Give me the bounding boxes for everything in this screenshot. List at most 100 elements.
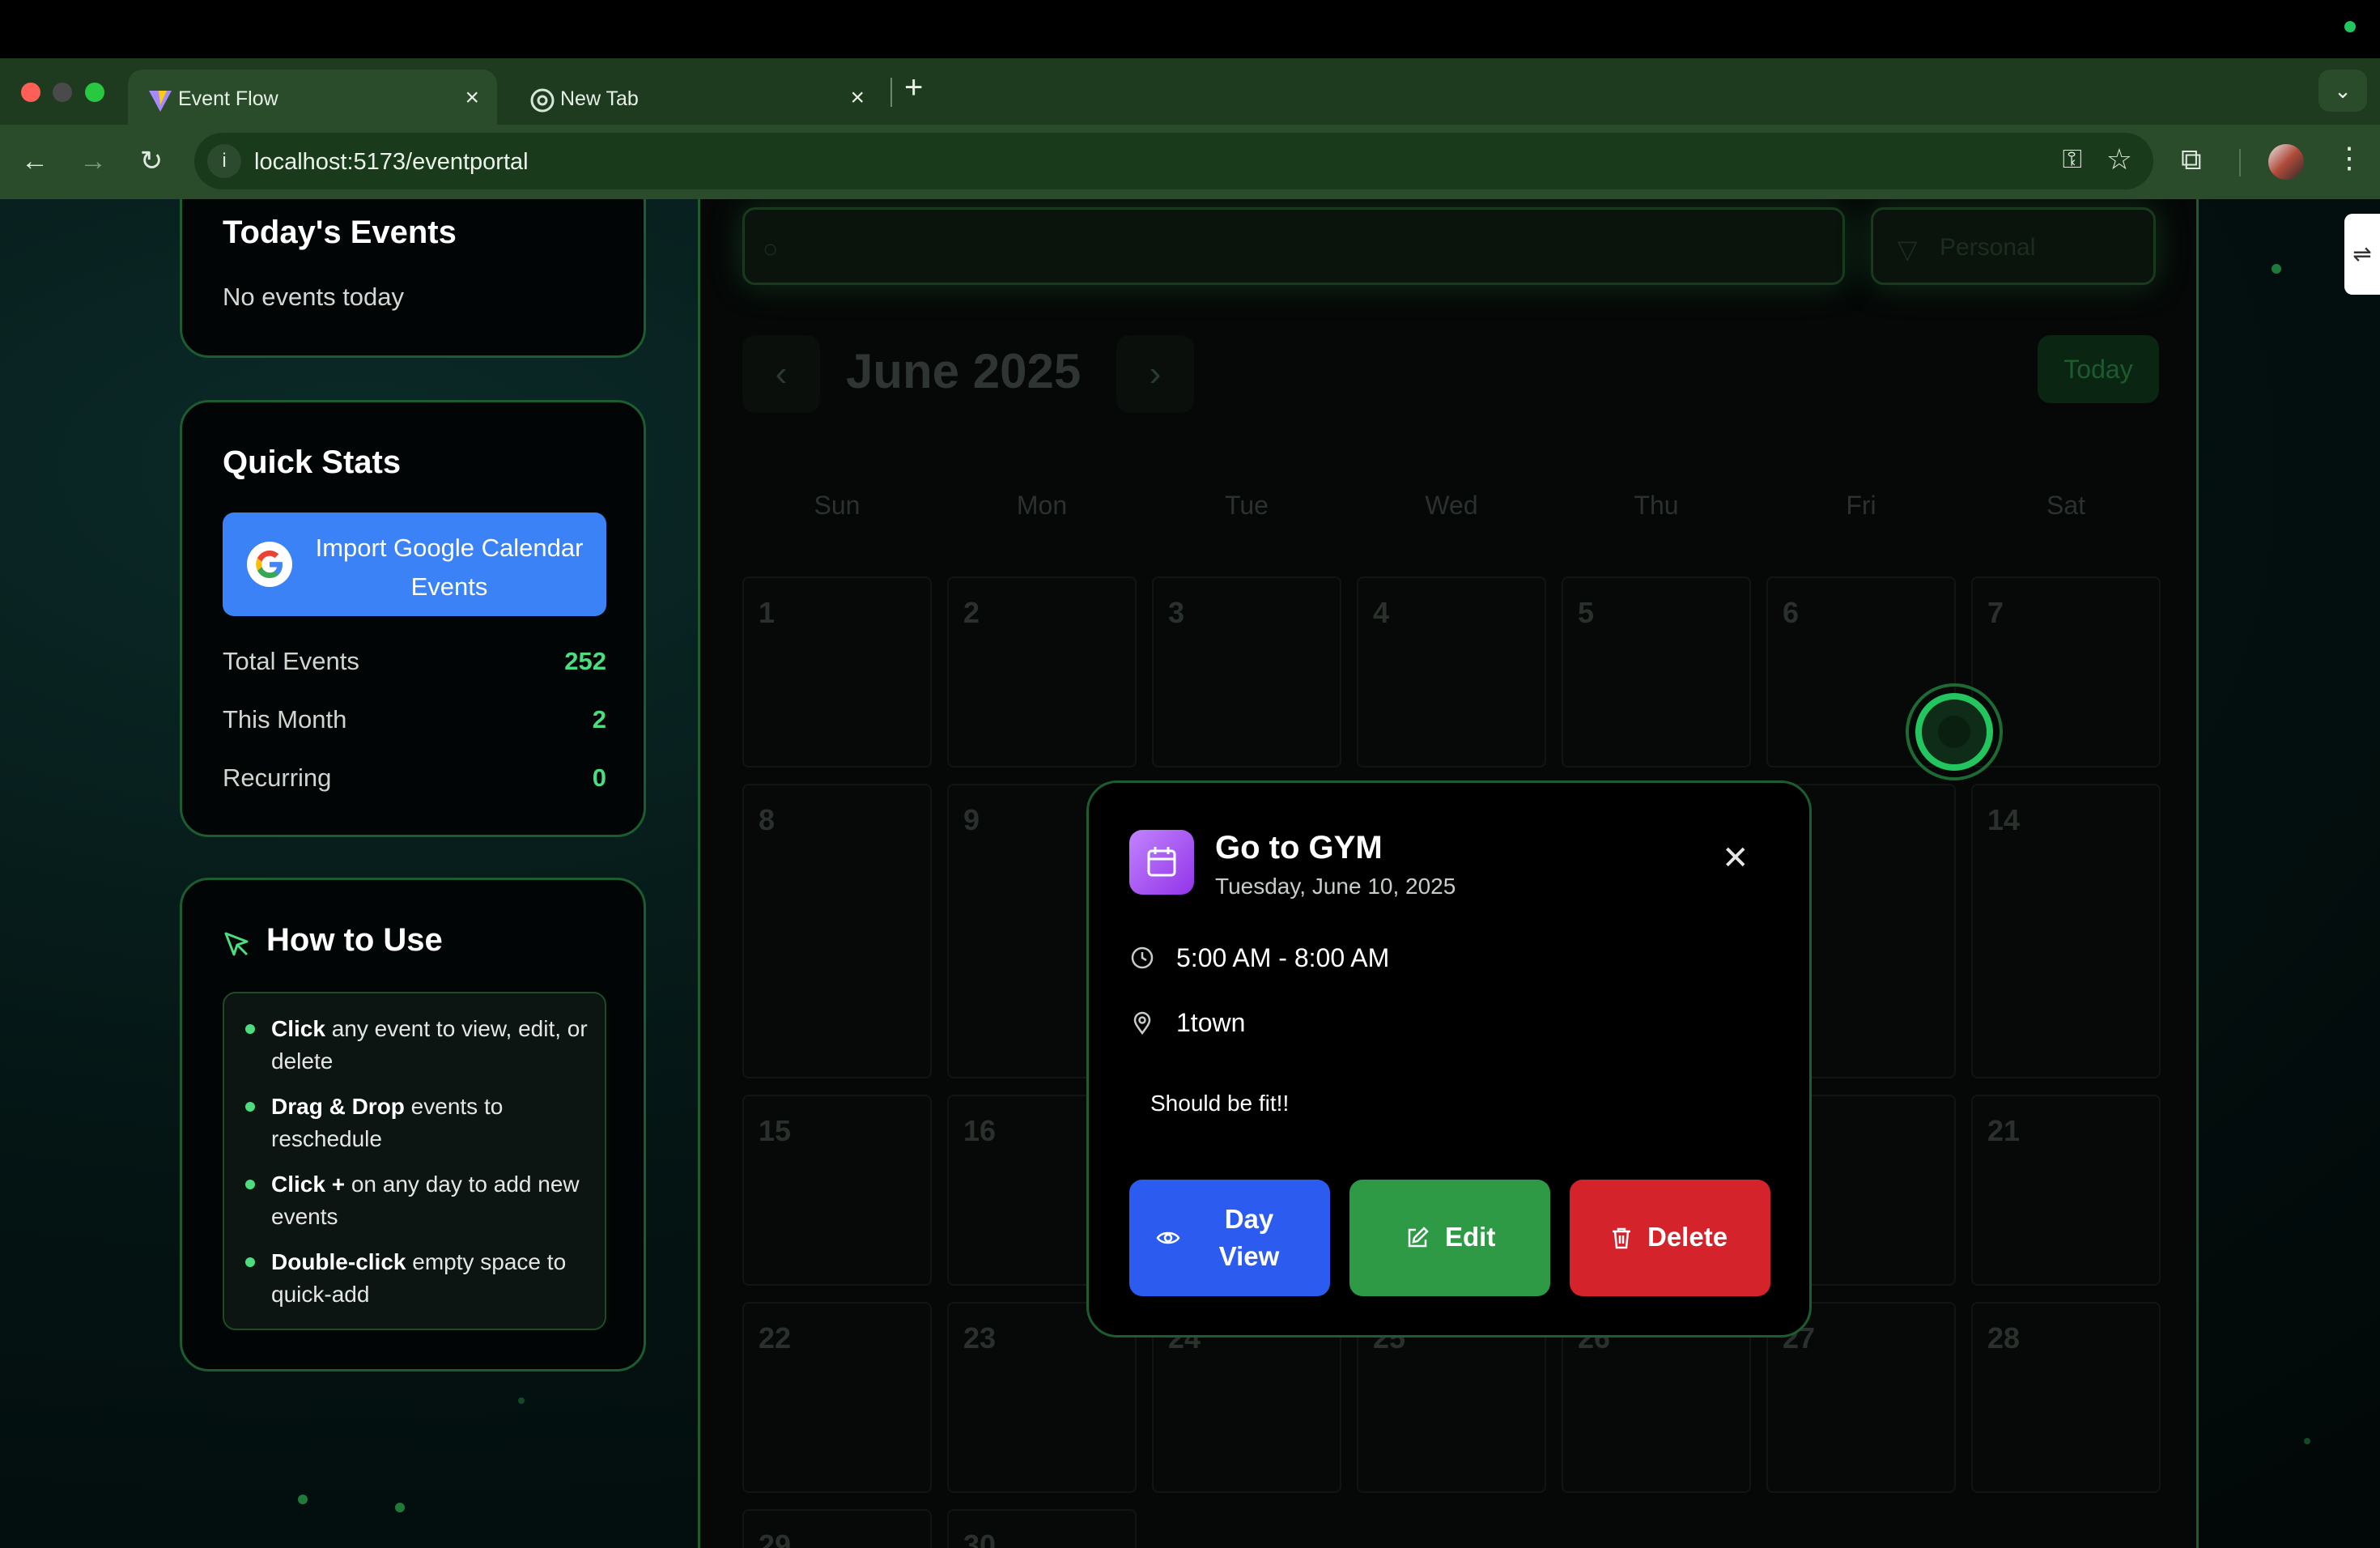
address-bar[interactable]: i localhost:5173/eventportal ⚿ ☆ (194, 133, 2153, 189)
stat-value: 252 (564, 647, 606, 675)
stat-row-recurring: Recurring 0 (223, 763, 606, 796)
tab-title: Event Flow (178, 87, 278, 110)
day-number: 4 (1373, 596, 1390, 629)
stat-value: 0 (592, 763, 606, 792)
profile-avatar[interactable] (2268, 144, 2304, 180)
stat-row-total-events: Total Events 252 (223, 647, 606, 679)
window-close-button[interactable] (21, 83, 40, 102)
bookmark-star-icon[interactable]: ☆ (2106, 142, 2132, 176)
cursor-pointer-icon (224, 932, 249, 956)
import-google-calendar-button[interactable]: Import Google Calendar Events (223, 512, 606, 616)
close-icon[interactable]: ✕ (1722, 840, 1749, 877)
stat-label: Recurring (223, 763, 332, 792)
day-view-button[interactable]: Day View (1129, 1180, 1330, 1296)
day-number: 28 (1987, 1321, 2021, 1354)
calendar-icon (1129, 830, 1194, 895)
no-events-text: No events today (223, 283, 405, 311)
weekday-header: Sat (2046, 491, 2086, 520)
edit-icon (1408, 1227, 1429, 1248)
how-to-use-title: How to Use (266, 922, 443, 958)
tab-new-tab[interactable]: New Tab × (510, 70, 882, 125)
day-number: 6 (1783, 596, 1800, 629)
day-cell[interactable]: 2 (947, 576, 1137, 768)
day-cell[interactable]: 21 (1971, 1095, 2161, 1286)
filter-selected-value: Personal (1940, 234, 2036, 261)
browser-toolbar: ← → ↻ i localhost:5173/eventportal ⚿ ☆ ⧉… (0, 125, 2380, 199)
toolbar-separator (2239, 149, 2241, 176)
tab-event-flow[interactable]: Event Flow × (128, 70, 497, 125)
back-arrow-icon[interactable]: ← (15, 141, 55, 181)
stat-row-this-month: This Month 2 (223, 705, 606, 738)
delete-label: Delete (1647, 1222, 1728, 1252)
calendar-filter-select[interactable]: ▽ Personal (1871, 207, 2156, 285)
weekday-header: Fri (1846, 491, 1876, 520)
day-number: 21 (1987, 1114, 2021, 1147)
weekday-header: Tue (1225, 491, 1269, 520)
edit-button[interactable]: Edit (1349, 1180, 1550, 1296)
weekday-header: Sun (814, 491, 861, 520)
day-cell[interactable]: 4 (1357, 576, 1546, 768)
extensions-puzzle-icon[interactable]: ⧉ (2181, 142, 2202, 177)
day-cell[interactable]: 14 (1971, 784, 2161, 1078)
eye-icon (1156, 1231, 1180, 1244)
chrome-icon (530, 88, 555, 113)
background-particle (518, 1397, 525, 1404)
howto-bold: Double-click (271, 1249, 406, 1274)
tab-close-icon[interactable]: × (850, 84, 865, 112)
day-number: 30 (963, 1529, 997, 1548)
url-text[interactable]: localhost:5173/eventportal (254, 149, 529, 176)
stat-label: This Month (223, 705, 347, 734)
bullet-dot (245, 1257, 255, 1267)
day-cell[interactable]: 28 (1971, 1302, 2161, 1493)
todays-events-title: Today's Events (223, 215, 457, 250)
tab-close-icon[interactable]: × (465, 84, 479, 112)
site-info-icon[interactable]: i (207, 144, 241, 178)
today-button[interactable]: Today (2038, 335, 2159, 403)
day-number: 14 (1987, 803, 2021, 836)
day-cell[interactable]: 22 (742, 1302, 932, 1493)
day-cell[interactable]: 1 (742, 576, 932, 768)
day-cell[interactable]: 29 (742, 1509, 932, 1548)
background-particle (2272, 264, 2281, 274)
trash-icon (1613, 1227, 1630, 1249)
window-zoom-button[interactable] (85, 83, 104, 102)
previous-month-button[interactable]: ‹ (742, 335, 820, 413)
day-cell[interactable]: 8 (742, 784, 932, 1078)
how-to-use-list: Click any event to view, edit, or delete… (223, 992, 606, 1330)
background-particle (2304, 1438, 2310, 1444)
stat-label: Total Events (223, 647, 359, 675)
weekday-header: Mon (1016, 491, 1068, 520)
day-cell[interactable]: 3 (1152, 576, 1341, 768)
day-number: 15 (759, 1114, 792, 1147)
day-number: 23 (963, 1321, 997, 1354)
vite-logo-icon (149, 91, 172, 112)
forward-arrow-icon[interactable]: → (73, 141, 113, 181)
tab-separator (890, 78, 892, 107)
day-number: 5 (1578, 596, 1595, 629)
password-key-icon[interactable]: ⚿ (2063, 144, 2082, 175)
next-month-button[interactable]: › (1116, 335, 1194, 413)
todays-events-card: Today's Events No events today (180, 199, 646, 358)
event-detail-modal: Go to GYM Tuesday, June 10, 2025 ✕ 5:00 … (1086, 780, 1812, 1337)
edit-label: Edit (1445, 1222, 1496, 1252)
browser-tab-strip: Event Flow × New Tab × (0, 58, 2380, 125)
reload-icon[interactable]: ↻ (131, 141, 172, 181)
event-portal-page: Today's Events No events today Quick Sta… (0, 199, 2380, 1548)
bullet-dot (245, 1024, 255, 1034)
tab-search-chevron-icon[interactable]: ⌄ (2318, 70, 2367, 112)
window-minimize-button[interactable] (53, 83, 72, 102)
new-tab-icon[interactable]: + (904, 70, 923, 106)
day-number: 22 (759, 1321, 792, 1354)
day-cell[interactable]: 15 (742, 1095, 932, 1286)
day-number: 3 (1168, 596, 1185, 629)
day-cell[interactable]: 5 (1562, 576, 1751, 768)
weekday-header: Thu (1634, 491, 1679, 520)
os-menu-bar (0, 0, 2380, 58)
side-panel-toggle-icon[interactable]: ⇌ (2344, 214, 2380, 295)
search-events-input[interactable]: ○ (742, 207, 1845, 285)
browser-menu-icon[interactable]: ⋮ (2335, 141, 2364, 175)
quick-stats-card: Quick Stats Import Google Calendar Event… (180, 400, 646, 837)
delete-button[interactable]: Delete (1570, 1180, 1770, 1296)
day-cell[interactable]: 30 (947, 1509, 1137, 1548)
bullet-dot (245, 1180, 255, 1189)
